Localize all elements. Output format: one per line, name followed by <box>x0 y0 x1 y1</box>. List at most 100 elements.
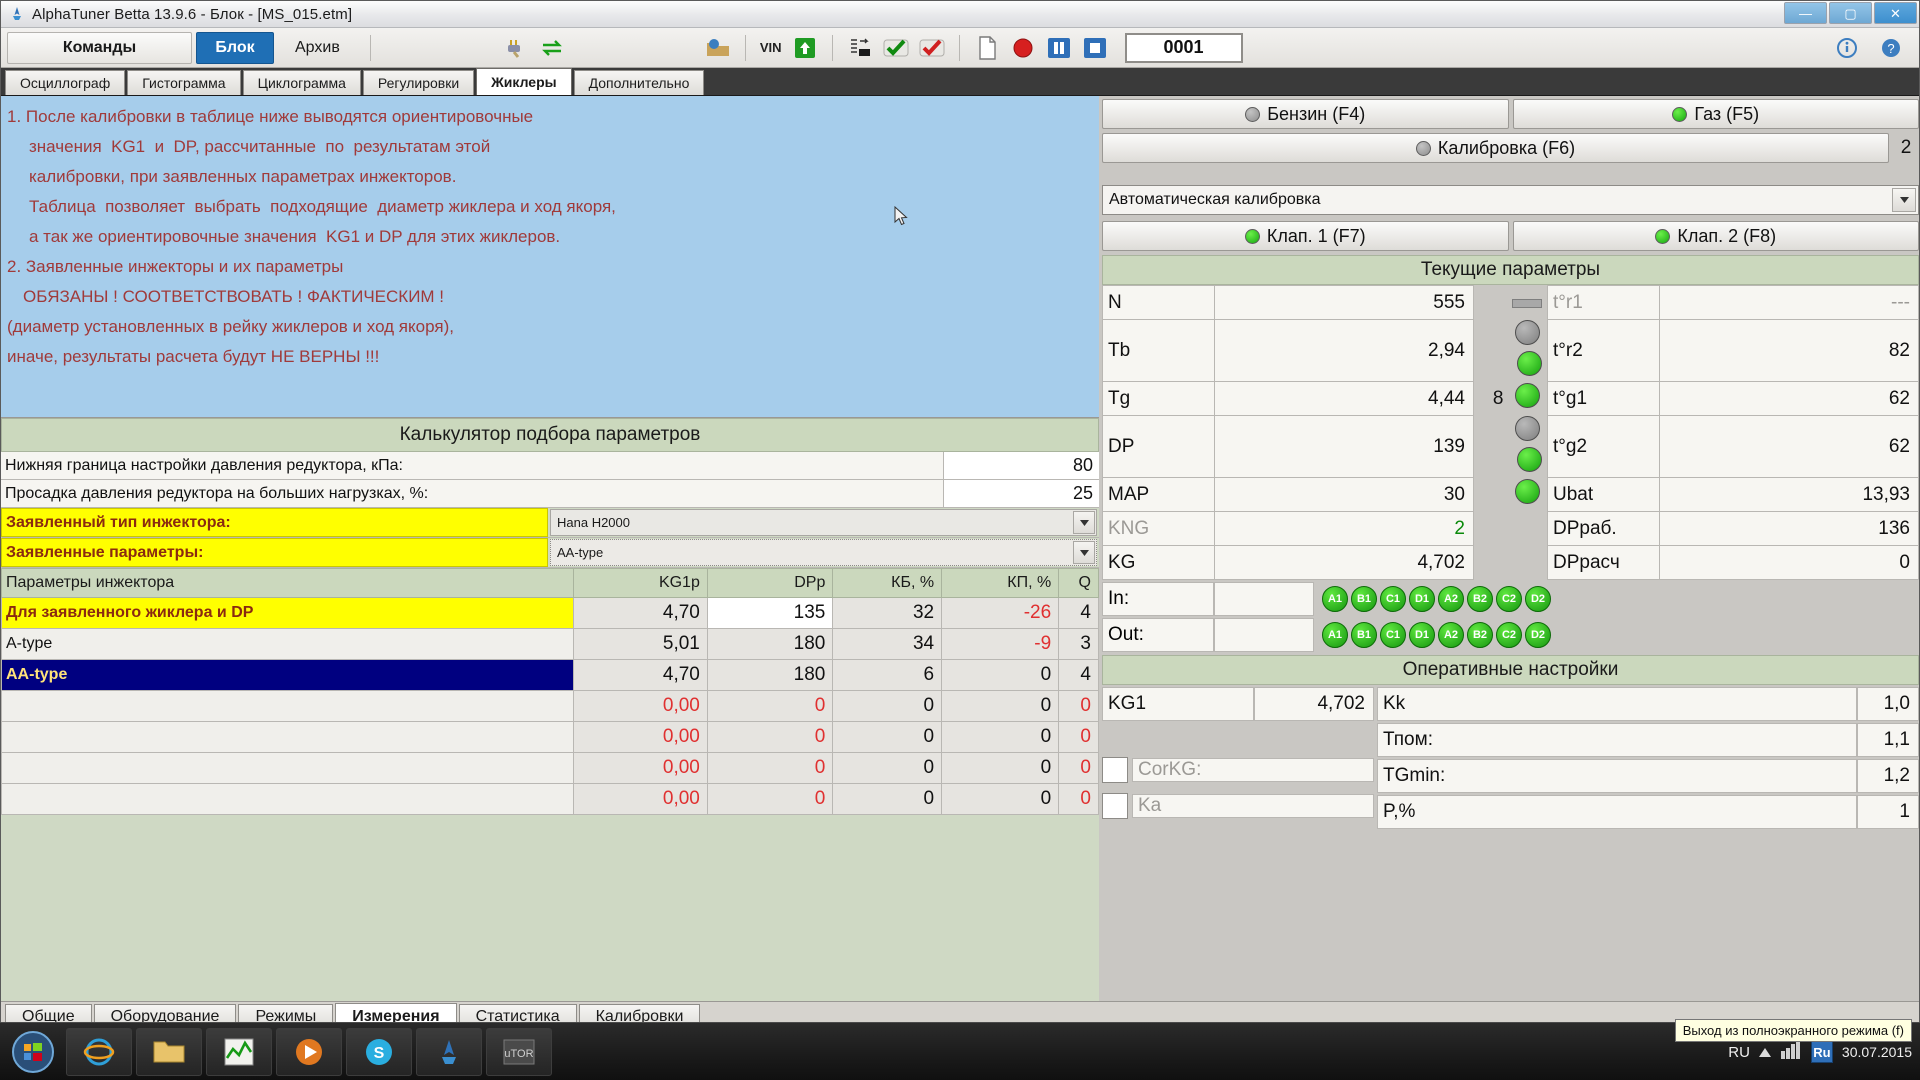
chevron-down-icon-2[interactable] <box>1073 541 1095 564</box>
ka-checkbox[interactable] <box>1102 793 1128 819</box>
vin-label: VIN <box>759 40 782 55</box>
calibration-mode-select[interactable]: Автоматическая калибровка <box>1102 185 1919 215</box>
cell-kp: 0 <box>941 783 1060 815</box>
help-icon[interactable]: ? <box>1876 34 1906 62</box>
table-row[interactable]: 0,00 0 0 0 0 <box>0 721 1099 753</box>
tab-histogram[interactable]: Гистограмма <box>127 70 241 95</box>
tab-adjustments[interactable]: Регулировки <box>362 70 475 95</box>
commands-button[interactable]: Команды <box>7 31 192 64</box>
calibration-mode-value: Автоматическая калибровка <box>1109 191 1321 208</box>
chevron-down-icon[interactable] <box>1073 511 1095 534</box>
valve1-button[interactable]: Клап. 1 (F7) <box>1102 221 1509 251</box>
led-grey-icon <box>1514 319 1540 345</box>
calc-value-pressure-drop[interactable]: 25 <box>944 480 1099 507</box>
tab-oscilloscope[interactable]: Осциллограф <box>5 70 126 95</box>
tray-clock[interactable]: 30.07.2015 <box>1842 1043 1912 1061</box>
info-icon[interactable] <box>1832 34 1862 62</box>
chip-in-c1: C1 <box>1380 586 1406 612</box>
table-row[interactable]: Для заявленного жиклера и DP 4,70 135 32… <box>0 597 1099 629</box>
cell-kp: -26 <box>941 597 1060 629</box>
op-value-kg1[interactable]: 4,702 <box>1254 687 1374 721</box>
tab-cyclogram[interactable]: Циклограмма <box>242 70 361 95</box>
op-value-p[interactable]: 1 <box>1857 795 1919 829</box>
op-key-corkg: CorKG: <box>1132 758 1374 782</box>
tab-jets[interactable]: Жиклеры <box>476 68 572 95</box>
table-row[interactable]: A-type 5,01 180 34 -9 3 <box>0 628 1099 660</box>
svg-text:S: S <box>374 1045 385 1062</box>
cell-kg1p: 4,70 <box>573 659 708 691</box>
taskbar-skype-icon[interactable]: S <box>346 1027 412 1076</box>
stop-blue-icon[interactable] <box>1080 34 1110 62</box>
gas-button[interactable]: Газ (F5) <box>1512 99 1919 129</box>
swap-icon[interactable] <box>537 34 567 62</box>
declared-params-select[interactable]: AA-type <box>550 539 1097 566</box>
injector-type-label: Заявленный тип инжектора: <box>1 508 548 537</box>
main-tab-strip: Осциллограф Гистограмма Циклограмма Регу… <box>1 68 1919 96</box>
injector-parameters-table: Параметры инжектора KG1p DPp КБ, % КП, %… <box>0 568 1099 815</box>
taskbar-alphatuner-icon[interactable] <box>416 1027 482 1076</box>
corkg-checkbox[interactable] <box>1102 757 1128 783</box>
counter-field[interactable]: 0001 <box>1124 32 1243 63</box>
taskbar-chart-green-icon[interactable] <box>206 1027 272 1076</box>
cell-dpp: 0 <box>706 690 834 722</box>
check-red-icon[interactable] <box>917 34 947 62</box>
cell-kb: 0 <box>832 783 943 815</box>
taskbar-utorrent-icon[interactable]: uTOR <box>486 1027 552 1076</box>
col-kg1p: KG1p <box>573 568 708 598</box>
archive-button[interactable]: Архив <box>278 32 357 64</box>
row-name: Для заявленного жиклера и DP <box>0 597 575 629</box>
cell-q: 0 <box>1058 783 1099 815</box>
tray-network-icon[interactable] <box>1780 1040 1802 1064</box>
maximize-button[interactable]: ▢ <box>1829 2 1872 24</box>
injector-type-select[interactable]: Hana H2000 <box>550 509 1097 536</box>
close-button[interactable]: ✕ <box>1874 2 1917 24</box>
check-green-icon[interactable] <box>881 34 911 62</box>
op-value-kk[interactable]: 1,0 <box>1857 687 1919 721</box>
calc-value-lower-limit[interactable]: 80 <box>944 452 1099 479</box>
fuel-mode-buttons: Бензин (F4) Газ (F5) <box>1102 99 1919 129</box>
record-red-icon[interactable] <box>1008 34 1038 62</box>
table-row[interactable]: 0,00 0 0 0 0 <box>0 783 1099 815</box>
calibration-badge: 2 <box>1900 137 1912 158</box>
op-value-tgmin[interactable]: 1,2 <box>1857 759 1919 793</box>
taskbar-file-manager-icon[interactable] <box>136 1027 202 1076</box>
new-doc-icon[interactable] <box>972 34 1002 62</box>
param-value-dpras: 0 <box>1659 545 1919 580</box>
start-orb-icon[interactable] <box>6 1027 60 1077</box>
tray-date: 30.07.2015 <box>1841 1044 1912 1060</box>
tray-chevron-up-icon[interactable] <box>1758 1044 1771 1061</box>
block-button[interactable]: Блок <box>196 31 274 64</box>
petrol-button[interactable]: Бензин (F4) <box>1102 99 1509 129</box>
info-line-6: 2. Заявленные инжекторы и их параметры <box>7 257 344 276</box>
folder-open-icon[interactable] <box>703 34 733 62</box>
chevron-down-icon-3[interactable] <box>1892 188 1916 212</box>
tab-additional[interactable]: Дополнительно <box>573 70 705 95</box>
info-line-7: ОБЯЗАНЫ ! СООТВЕТСТВОВАТЬ ! ФАКТИЧЕСКИМ … <box>23 287 445 306</box>
table-row[interactable]: 0,00 0 0 0 0 <box>0 752 1099 784</box>
param-row-tg: Tg 4,44 8 t°g1 62 <box>1102 381 1919 416</box>
list-export-icon[interactable] <box>845 34 875 62</box>
op-row-p: P,% 1 <box>1377 795 1919 829</box>
valve2-button[interactable]: Клап. 2 (F8) <box>1512 221 1919 251</box>
cell-dpp[interactable]: 135 <box>706 597 834 629</box>
tray-language[interactable]: RU <box>1728 1044 1750 1061</box>
mouse-cursor-icon <box>894 205 910 233</box>
minimize-button[interactable]: — <box>1784 2 1827 24</box>
table-row[interactable]: 0,00 0 0 0 0 <box>0 690 1099 722</box>
op-value-tpom[interactable]: 1,1 <box>1857 723 1919 757</box>
toolbar: Команды Блок Архив VIN 0001 ? <box>1 28 1919 68</box>
valve1-label: Клап. 1 (F7) <box>1266 225 1366 246</box>
plug-icon[interactable] <box>501 34 531 62</box>
taskbar-internet-explorer-icon[interactable] <box>66 1027 132 1076</box>
taskbar-media-player-icon[interactable] <box>276 1027 342 1076</box>
table-row[interactable]: AA-type 4,70 180 6 0 4 <box>0 659 1099 691</box>
upload-green-icon[interactable] <box>790 34 820 62</box>
cell-kg1p: 0,00 <box>573 690 708 722</box>
tray-language-badge[interactable]: Ru <box>1810 1041 1833 1063</box>
svg-text:uTOR: uTOR <box>504 1048 533 1060</box>
svg-text:?: ? <box>1887 41 1894 56</box>
calibration-button[interactable]: Калибровка (F6) <box>1102 133 1889 163</box>
param-key-kg: KG <box>1102 545 1215 580</box>
param-row-kng: KNG 2 DPраб. 136 <box>1102 511 1919 546</box>
pause-blue-icon[interactable] <box>1044 34 1074 62</box>
